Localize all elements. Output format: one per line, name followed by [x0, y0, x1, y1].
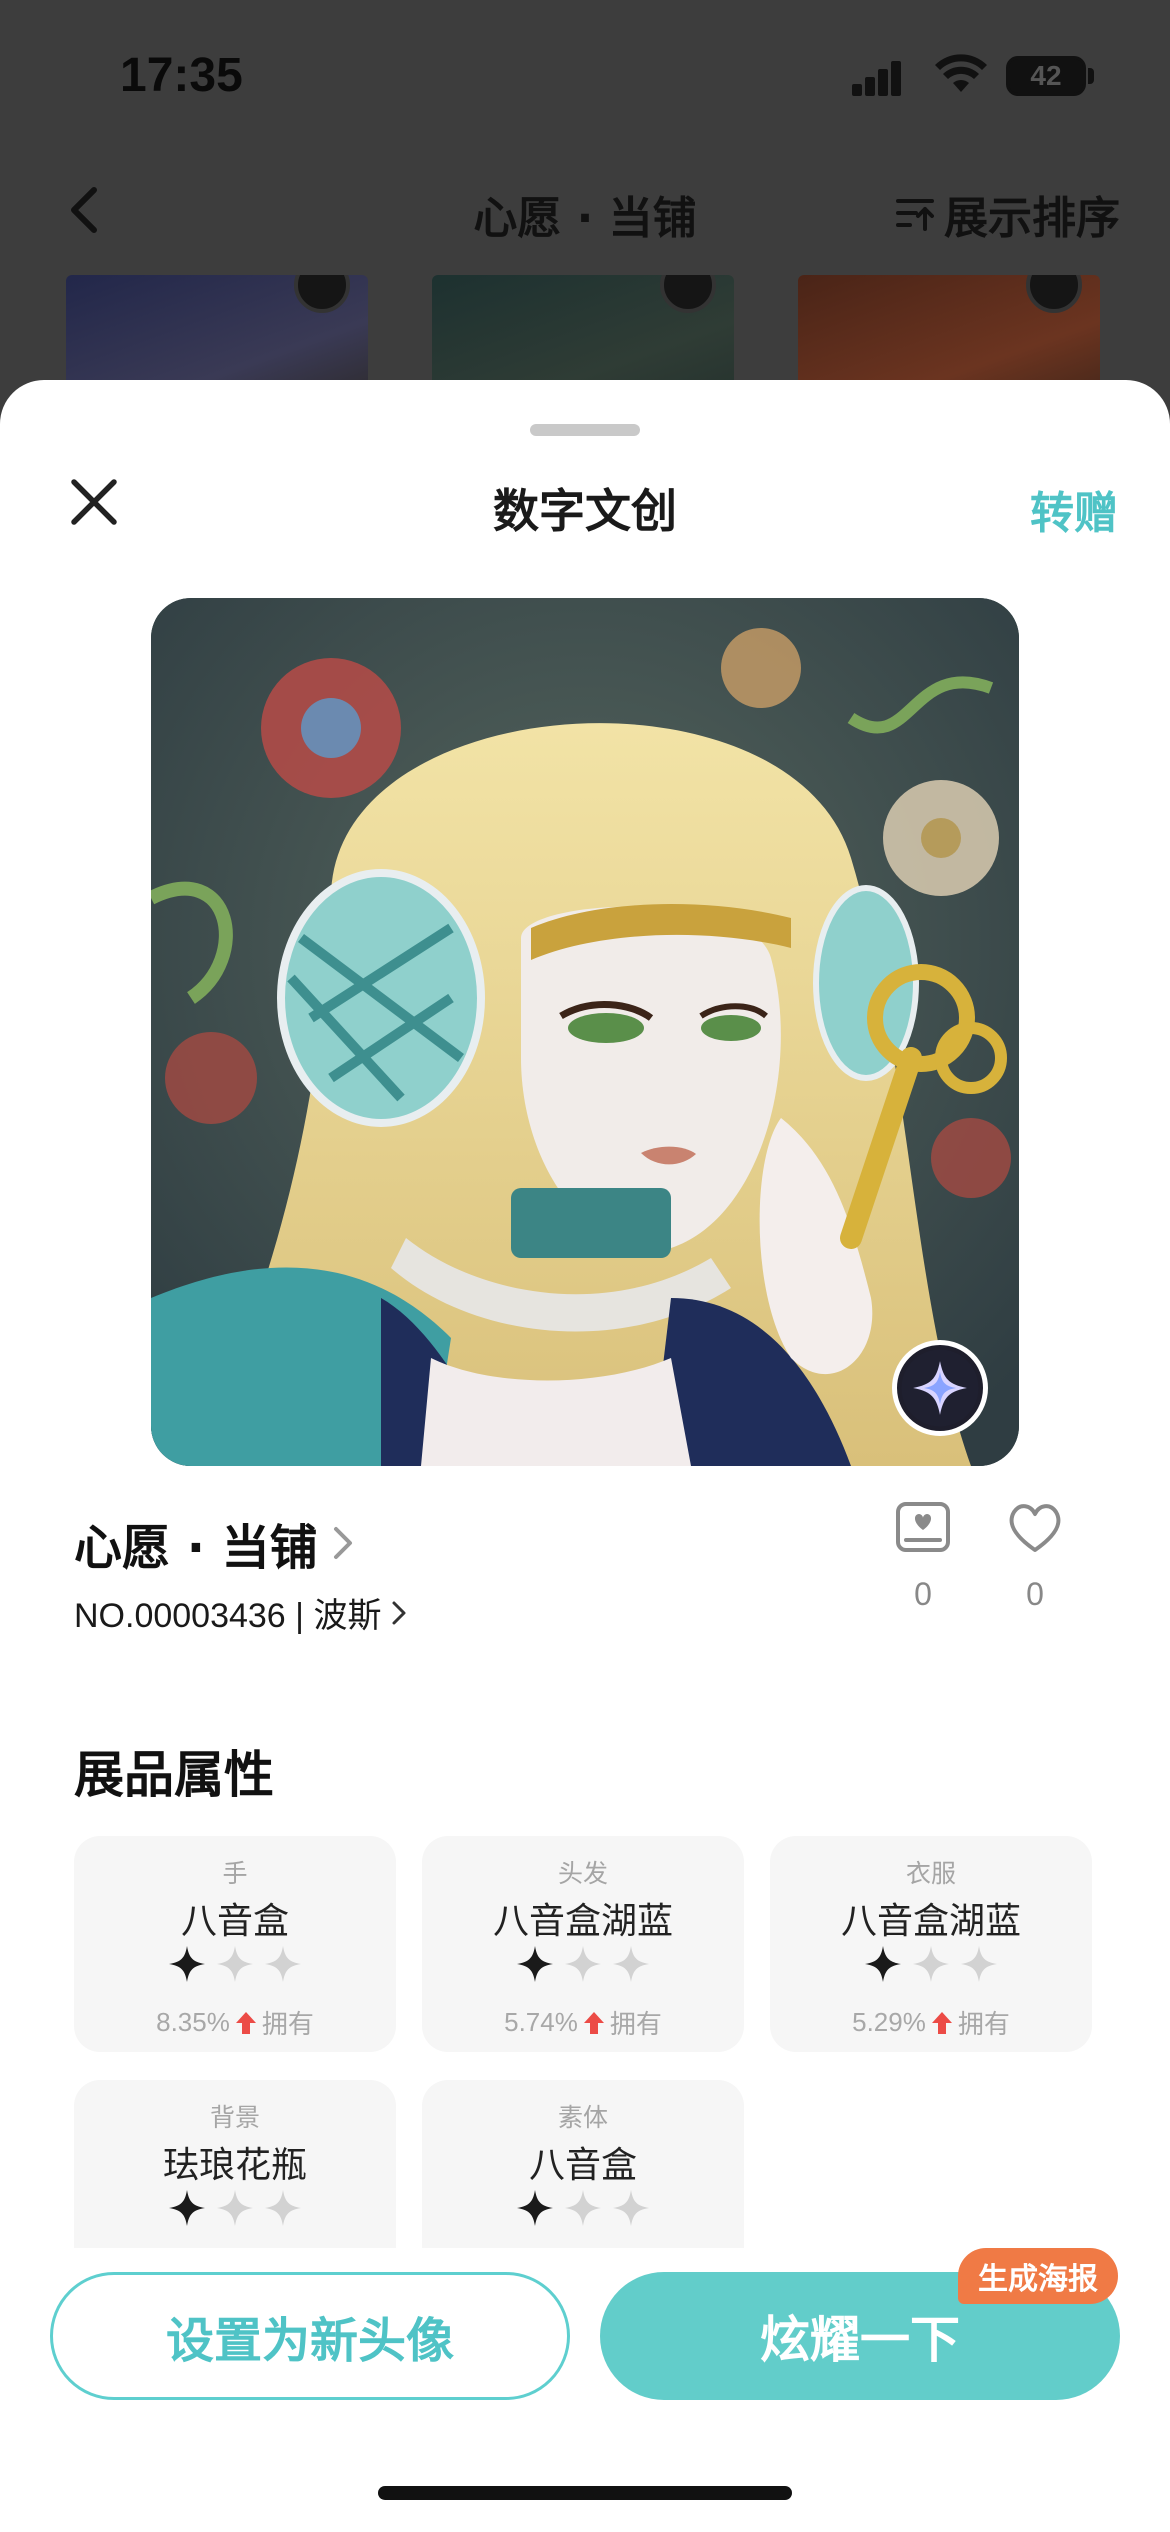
collect-count: 0 — [914, 1576, 932, 1612]
sort-label: 展示排序 — [944, 193, 1120, 244]
generate-poster-badge[interactable]: 生成海报 — [958, 2248, 1118, 2304]
like-count: 0 — [1026, 1576, 1044, 1612]
chevron-right-icon — [333, 1527, 352, 1559]
digital-badge-icon — [892, 1340, 988, 1436]
ownership-row: 8.35% 拥有 — [74, 2004, 396, 2041]
ownership-label: 拥有 — [957, 2009, 1010, 2039]
attribute-category: 手 — [222, 1859, 248, 1888]
attribute-card[interactable]: 衣服八音盒湖蓝 5.29% 拥有 — [770, 1836, 1092, 2052]
battery-tip — [1088, 68, 1094, 84]
attribute-value: 八音盒 — [180, 1901, 289, 1942]
ownership-row: 5.29% 拥有 — [770, 2004, 1092, 2041]
four-point-star-icon — [217, 2190, 253, 2226]
attributes-title: 展品属性 — [74, 1746, 274, 1804]
home-indicator — [378, 2486, 792, 2500]
attribute-category: 头发 — [557, 1859, 608, 1888]
badge-ring — [660, 275, 716, 313]
four-point-star-icon — [865, 1946, 901, 1982]
collect-stat[interactable]: 0 — [873, 1498, 973, 1613]
rarity-stars — [422, 2188, 744, 2232]
detail-sheet: 数字文创 转赠 心愿 · 当铺 NO.00003436 | 波斯 0 0 展品属… — [0, 380, 1170, 2532]
attribute-card[interactable]: 头发八音盒湖蓝 5.74% 拥有 — [422, 1836, 744, 2052]
ownership-ratio: 5.74% — [504, 2007, 578, 2037]
rarity-stars — [74, 1944, 396, 1988]
sheet-title: 数字文创 — [493, 484, 677, 538]
badge-ring — [294, 275, 350, 313]
like-stat[interactable]: 0 — [985, 1498, 1085, 1613]
arrow-up-icon — [235, 2011, 256, 2034]
item-serial: NO.00003436 | 波斯 — [74, 1597, 382, 1635]
ownership-label: 拥有 — [261, 2009, 314, 2039]
sort-icon — [896, 199, 934, 231]
attribute-value: 八音盒湖蓝 — [492, 1901, 673, 1942]
attribute-value: 八音盒 — [528, 2145, 637, 2186]
four-point-star-icon — [169, 1946, 205, 1982]
ownership-ratio: 5.29% — [852, 2007, 926, 2037]
four-point-star-icon — [265, 2190, 301, 2226]
status-time: 17:35 — [120, 49, 243, 102]
battery-icon: 42 — [1006, 56, 1086, 96]
four-point-star-icon — [517, 1946, 553, 1982]
ownership-label: 拥有 — [609, 2009, 662, 2039]
nav-bar: 心愿 · 当铺 展示排序 — [0, 160, 1170, 260]
rarity-stars — [422, 1944, 744, 1988]
artwork-illustration — [151, 598, 1019, 1466]
item-serial-link[interactable]: NO.00003436 | 波斯 — [74, 1588, 409, 1637]
signal-icon — [852, 61, 901, 96]
attribute-category: 背景 — [209, 2103, 260, 2132]
four-point-star-icon — [565, 2190, 601, 2226]
attribute-value: 八音盒湖蓝 — [840, 1901, 1021, 1942]
four-point-star-icon — [217, 1946, 253, 1982]
set-avatar-button[interactable]: 设置为新头像 — [50, 2272, 570, 2400]
badge-ring — [1026, 275, 1082, 313]
ownership-ratio: 8.35% — [156, 2007, 230, 2037]
rarity-stars — [770, 1944, 1092, 1988]
rarity-stars — [74, 2188, 396, 2232]
battery-level: 42 — [1030, 60, 1062, 91]
background-page: 17:35 42 心愿 · 当铺 展示排序 — [0, 0, 1170, 425]
four-point-star-icon — [913, 1946, 949, 1982]
four-point-star-icon — [169, 2190, 205, 2226]
four-point-star-icon — [613, 1946, 649, 1982]
heart-icon — [1009, 1504, 1061, 1552]
four-point-star-icon — [961, 1946, 997, 1982]
chevron-right-icon — [392, 1601, 406, 1624]
gift-button[interactable]: 转赠 — [1030, 477, 1118, 541]
item-name-link[interactable]: 心愿 · 当铺 — [74, 1508, 358, 1578]
four-point-star-icon — [517, 2190, 553, 2226]
attribute-category: 素体 — [557, 2103, 608, 2132]
item-name: 心愿 · 当铺 — [74, 1520, 318, 1576]
attribute-value: 珐琅花瓶 — [162, 2145, 307, 2186]
sort-button[interactable]: 展示排序 — [894, 182, 1120, 246]
arrow-up-icon — [583, 2011, 604, 2034]
ownership-row: 5.74% 拥有 — [422, 2004, 744, 2041]
four-point-star-icon — [265, 1946, 301, 1982]
four-point-star-icon — [613, 2190, 649, 2226]
attribute-card[interactable]: 手八音盒 8.35% 拥有 — [74, 1836, 396, 2052]
artwork-image[interactable] — [151, 598, 1019, 1466]
sheet-grabber[interactable] — [530, 424, 640, 436]
status-bar: 17:35 42 — [0, 0, 1170, 150]
attribute-category: 衣服 — [905, 1859, 956, 1888]
wifi-icon — [935, 54, 987, 92]
four-point-star-icon — [565, 1946, 601, 1982]
arrow-up-icon — [931, 2011, 952, 2034]
collect-icon — [896, 1502, 950, 1552]
